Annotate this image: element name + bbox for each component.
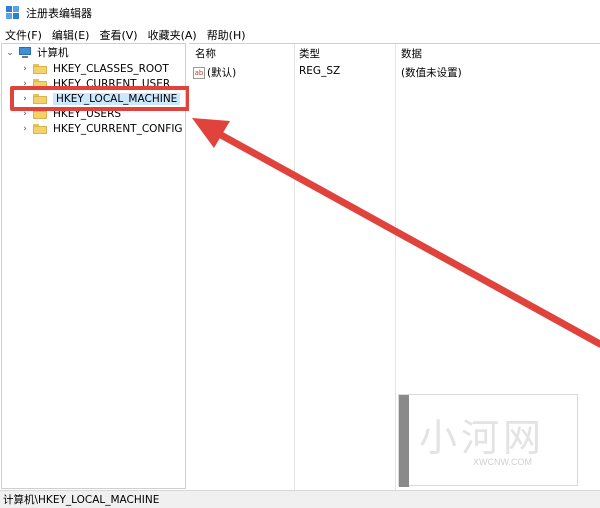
title-bar: 注册表编辑器	[0, 0, 600, 26]
watermark-logo: 小河网 XWCNW.COM	[398, 394, 578, 487]
menu-bar: 文件(F) 编辑(E) 查看(V) 收藏夹(A) 帮助(H)	[0, 26, 600, 43]
computer-icon	[18, 47, 32, 58]
value-data: (数值未设置)	[401, 67, 462, 79]
chevron-right-icon[interactable]: ›	[20, 64, 30, 74]
chevron-down-icon[interactable]: ⌄	[5, 48, 15, 58]
tree-node-computer[interactable]: ⌄ 计算机	[5, 45, 69, 60]
window-title: 注册表编辑器	[26, 7, 92, 20]
regedit-icon	[6, 6, 20, 20]
annotation-highlight-box	[10, 86, 190, 111]
watermark-text: 小河网	[419, 416, 546, 460]
value-type: REG_SZ	[299, 65, 341, 77]
menu-view[interactable]: 查看(V)	[94, 27, 142, 43]
tree-node-hkcr[interactable]: › HKEY_CLASSES_ROOT	[20, 61, 169, 76]
menu-edit[interactable]: 编辑(E)	[47, 27, 95, 43]
chevron-right-icon[interactable]: ›	[20, 124, 30, 134]
column-header-type[interactable]: 类型	[299, 46, 320, 61]
column-header-data[interactable]: 数据	[401, 46, 422, 61]
menu-favorites[interactable]: 收藏夹(A)	[143, 27, 202, 43]
tree-node-label: HKEY_CURRENT_CONFIG	[53, 122, 183, 135]
column-divider[interactable]	[395, 44, 396, 490]
column-header-name[interactable]: 名称	[195, 46, 216, 61]
watermark-strip	[399, 395, 409, 487]
string-value-icon: ab	[193, 66, 205, 79]
menu-file[interactable]: 文件(F)	[0, 27, 47, 43]
tree-node-label: 计算机	[37, 47, 69, 59]
value-row-name[interactable]: ab (默认)	[193, 65, 236, 80]
folder-icon	[33, 123, 47, 134]
tree-node-label: HKEY_CLASSES_ROOT	[53, 62, 169, 75]
watermark-url: XWCNW.COM	[473, 457, 532, 467]
tree-node-hkcc[interactable]: › HKEY_CURRENT_CONFIG	[20, 121, 183, 136]
column-divider[interactable]	[294, 44, 295, 490]
value-name: (默认)	[207, 67, 237, 79]
menu-help[interactable]: 帮助(H)	[202, 27, 251, 43]
status-path: 计算机\HKEY_LOCAL_MACHINE	[3, 494, 160, 506]
status-bar: 计算机\HKEY_LOCAL_MACHINE	[0, 490, 600, 508]
folder-icon	[33, 63, 47, 74]
